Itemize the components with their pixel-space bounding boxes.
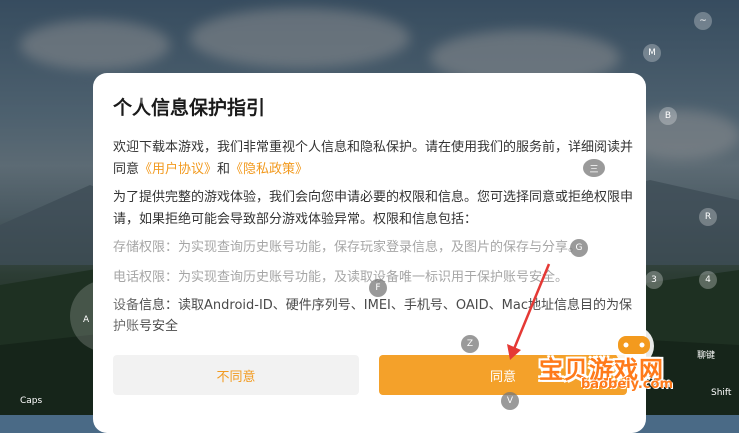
key-caps[interactable]: Caps bbox=[20, 396, 42, 406]
key-b[interactable]: B bbox=[659, 107, 677, 125]
permission-device-info: 设备信息：读取Android-ID、硬件序列号、IMEI、手机号、OAID、Ma… bbox=[113, 298, 632, 334]
key-3[interactable]: 3 bbox=[645, 271, 663, 289]
intro-paragraph: 欢迎下载本游戏，我们非常重视个人信息和隐私保护。请在使用我们的服务前，详细阅读并… bbox=[113, 137, 633, 181]
key-m[interactable]: M bbox=[643, 44, 661, 62]
key-g[interactable]: G bbox=[570, 239, 588, 257]
decline-button[interactable]: 不同意 bbox=[113, 355, 359, 395]
key-menu[interactable]: 三 bbox=[583, 159, 605, 177]
key-tab[interactable]: Tab bbox=[134, 86, 156, 104]
key-w[interactable]: W bbox=[103, 291, 112, 301]
user-agreement-link[interactable]: 《用户协议》 bbox=[139, 162, 217, 177]
key-a[interactable]: A bbox=[83, 315, 89, 325]
permission-storage: 存储权限：为实现查询历史账号功能，保存玩家登录信息，及图片的保存与分享。 bbox=[113, 240, 582, 255]
key-4[interactable]: 4 bbox=[699, 271, 717, 289]
key-r[interactable]: R bbox=[699, 208, 717, 226]
key-v[interactable]: V bbox=[501, 392, 519, 410]
privacy-policy-link[interactable]: 《隐私政策》 bbox=[230, 162, 308, 177]
key-tilde[interactable]: ~ bbox=[694, 12, 712, 30]
permissions-intro: 为了提供完整的游戏体验，我们会向您申请必要的权限和信息。您可选择同意或拒绝权限申… bbox=[113, 190, 634, 227]
intro-and: 和 bbox=[217, 162, 231, 177]
key-f[interactable]: F bbox=[369, 279, 387, 297]
key-s[interactable]: S bbox=[103, 335, 109, 345]
key-z[interactable]: Z bbox=[461, 335, 479, 353]
watermark-url: baobeiy.com bbox=[581, 377, 673, 392]
